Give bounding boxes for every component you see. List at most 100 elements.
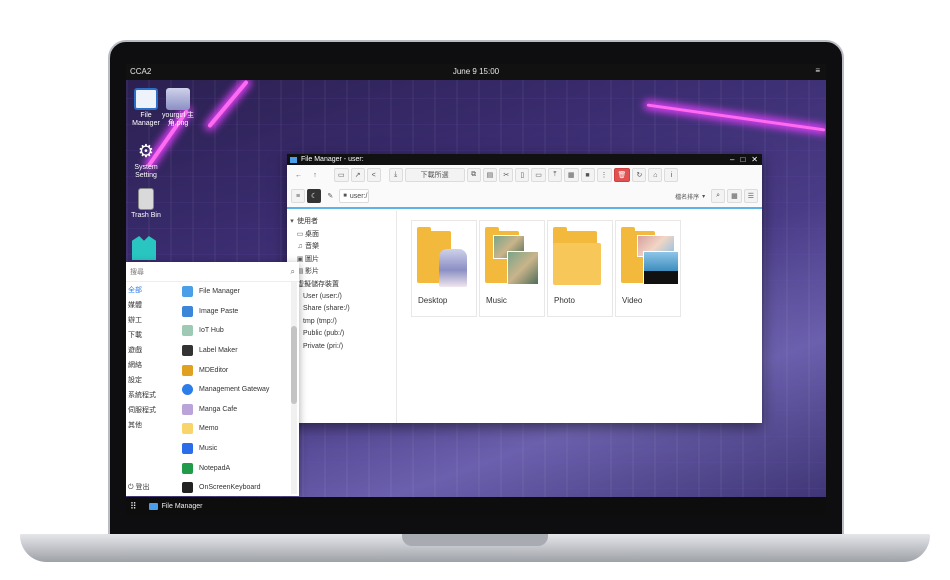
taskbar-item-file-manager[interactable]: File Manager bbox=[148, 502, 202, 510]
cut-icon[interactable]: ✂ bbox=[499, 168, 514, 182]
app-item[interactable]: OnScreenKeyboard bbox=[178, 478, 290, 498]
sidebar-item-user-drive[interactable]: User (user:/) bbox=[287, 290, 396, 303]
folder-name: Music bbox=[486, 296, 507, 305]
minimize-icon[interactable]: – bbox=[730, 155, 734, 164]
window-titlebar[interactable]: File Manager - user: – □ ✕ bbox=[287, 154, 762, 165]
desktop-icon-system-setting[interactable]: ⚙ System Setting bbox=[126, 140, 166, 180]
category-item[interactable]: 網絡 bbox=[126, 357, 178, 372]
category-item[interactable]: 系統程式 bbox=[126, 387, 178, 402]
folder-item[interactable]: Music bbox=[479, 220, 545, 317]
notepad-icon bbox=[182, 462, 193, 474]
category-item[interactable]: 全部 bbox=[126, 282, 178, 297]
external-link-icon[interactable]: ↗ bbox=[350, 168, 365, 182]
folder-item[interactable]: Desktop bbox=[411, 220, 477, 317]
details-view-icon[interactable]: ☰ bbox=[743, 189, 758, 203]
download-selected-button[interactable]: 下載所選 bbox=[404, 168, 465, 182]
laptop-notch bbox=[402, 534, 548, 546]
delete-icon[interactable]: 🗑 bbox=[613, 168, 631, 182]
category-item[interactable]: 媒體 bbox=[126, 297, 178, 312]
sidebar-item-label: 音樂 bbox=[305, 243, 319, 251]
folder-item[interactable]: Photo bbox=[547, 220, 613, 317]
open-folder-icon[interactable]: ▭ bbox=[334, 168, 349, 182]
sort-label: 檔名排序 bbox=[675, 194, 700, 201]
folder-icon bbox=[553, 227, 609, 285]
share-icon[interactable]: < bbox=[366, 168, 381, 182]
sidebar-item-music[interactable]: ♫ 音樂 bbox=[287, 240, 396, 253]
app-grid-icon[interactable]: ⠿ bbox=[130, 501, 137, 512]
sidebar-item-private-drive[interactable]: Private (pri:/) bbox=[287, 340, 396, 353]
path-input[interactable]: ■ user:/ bbox=[339, 189, 370, 203]
app-item[interactable]: Image Paste bbox=[178, 302, 290, 322]
app-item[interactable]: File Manager bbox=[178, 282, 290, 302]
app-item[interactable]: Memo bbox=[178, 419, 290, 439]
back-icon[interactable]: ← bbox=[291, 168, 306, 182]
sidebar-item-pictures[interactable]: ▣ 圖片 bbox=[287, 253, 396, 266]
folder-icon bbox=[417, 227, 473, 287]
sidebar-item-desktop[interactable]: ▭ 桌面 bbox=[287, 228, 396, 241]
app-name: Label Maker bbox=[199, 347, 238, 355]
info-icon[interactable]: i bbox=[664, 168, 679, 182]
list-view-icon[interactable]: ≡ bbox=[291, 189, 305, 203]
app-item[interactable]: Management Gateway bbox=[178, 380, 290, 400]
edit-path-icon[interactable]: ✎ bbox=[323, 189, 337, 203]
properties-icon[interactable]: ⋮ bbox=[596, 168, 612, 182]
logout-button[interactable]: ⏻ 登出 bbox=[128, 482, 150, 492]
app-name: MDEditor bbox=[199, 366, 229, 374]
category-item[interactable]: 遊戲 bbox=[126, 342, 178, 357]
desktop-icon-trash-bin[interactable]: Trash Bin bbox=[126, 188, 166, 220]
folder-icon: ■ bbox=[343, 193, 347, 199]
chevron-down-icon: ▾ bbox=[702, 193, 706, 200]
app-item[interactable]: Label Maker bbox=[178, 341, 290, 361]
sidebar-group-users[interactable]: ▾ 使用者 bbox=[287, 215, 396, 228]
up-icon[interactable]: ↑ bbox=[308, 168, 322, 182]
app-item[interactable]: NotepadA bbox=[178, 458, 290, 478]
paste-icon[interactable]: ▤ bbox=[482, 168, 498, 182]
hamburger-icon[interactable]: ≡ bbox=[815, 66, 820, 75]
app-item[interactable]: IoT Hub bbox=[178, 321, 290, 341]
refresh-icon[interactable]: ↻ bbox=[632, 168, 647, 182]
scrollbar[interactable] bbox=[291, 282, 297, 494]
grid-view-icon[interactable]: ▦ bbox=[727, 189, 742, 203]
home-icon[interactable]: ⌂ bbox=[648, 168, 663, 182]
copy-icon[interactable]: ⧉ bbox=[466, 168, 481, 182]
download-icon[interactable]: ⤓ bbox=[388, 168, 403, 182]
archive-icon[interactable]: ■ bbox=[580, 168, 595, 182]
scrollbar-thumb[interactable] bbox=[291, 326, 297, 404]
manga-cafe-icon bbox=[182, 403, 193, 415]
maximize-icon[interactable]: □ bbox=[740, 155, 745, 164]
new-file-icon[interactable]: ▯ bbox=[515, 168, 530, 182]
search-input[interactable]: 搜尋 bbox=[130, 267, 144, 277]
new-folder-icon[interactable]: ▭ bbox=[531, 168, 546, 182]
app-item[interactable]: Manga Cafe bbox=[178, 400, 290, 420]
app-item[interactable]: MDEditor bbox=[178, 360, 290, 380]
window-title: File Manager - user: bbox=[301, 156, 364, 163]
upload-icon[interactable]: ⤒ bbox=[547, 168, 562, 182]
memo-icon bbox=[182, 423, 193, 435]
category-item[interactable]: 其他 bbox=[126, 417, 178, 432]
sort-dropdown[interactable]: 檔名排序 ▾ bbox=[671, 189, 709, 203]
close-icon[interactable]: ✕ bbox=[751, 155, 758, 164]
desktop-icon-image[interactable]: yourgirl 主角.png bbox=[158, 88, 198, 128]
category-item[interactable]: 伺服程式 bbox=[126, 402, 178, 417]
category-item[interactable]: 辦工 bbox=[126, 312, 178, 327]
rename-icon[interactable]: ▦ bbox=[563, 168, 579, 182]
search-icon[interactable]: ⌕ bbox=[711, 189, 726, 203]
image-paste-icon bbox=[182, 305, 193, 317]
sidebar-item-share-drive[interactable]: Share (share:/) bbox=[287, 303, 396, 316]
sidebar-item-label: 圖片 bbox=[305, 255, 319, 263]
sidebar-item-videos[interactable]: ▤ 影片 bbox=[287, 265, 396, 278]
folder-item[interactable]: Video bbox=[615, 220, 681, 317]
folder-icon bbox=[134, 88, 158, 110]
sidebar-item-label: 桌面 bbox=[305, 230, 319, 238]
category-list: 全部 媒體 辦工 下載 遊戲 網絡 設定 系統程式 伺服程式 其他 bbox=[126, 282, 178, 496]
sidebar-group-virtual-storage[interactable]: ▾虛擬儲存裝置 bbox=[287, 278, 396, 291]
category-item[interactable]: 下載 bbox=[126, 327, 178, 342]
sidebar-item-public-drive[interactable]: Public (pub:/) bbox=[287, 328, 396, 341]
category-item[interactable]: 設定 bbox=[126, 372, 178, 387]
sidebar-item-tmp-drive[interactable]: tmp (tmp:/) bbox=[287, 315, 396, 328]
start-search[interactable]: 搜尋 ⌕ bbox=[126, 262, 299, 282]
app-item[interactable]: Music bbox=[178, 439, 290, 459]
dark-mode-icon[interactable]: ☾ bbox=[307, 189, 322, 203]
search-icon[interactable]: ⌕ bbox=[291, 267, 295, 277]
music-icon bbox=[182, 443, 193, 455]
